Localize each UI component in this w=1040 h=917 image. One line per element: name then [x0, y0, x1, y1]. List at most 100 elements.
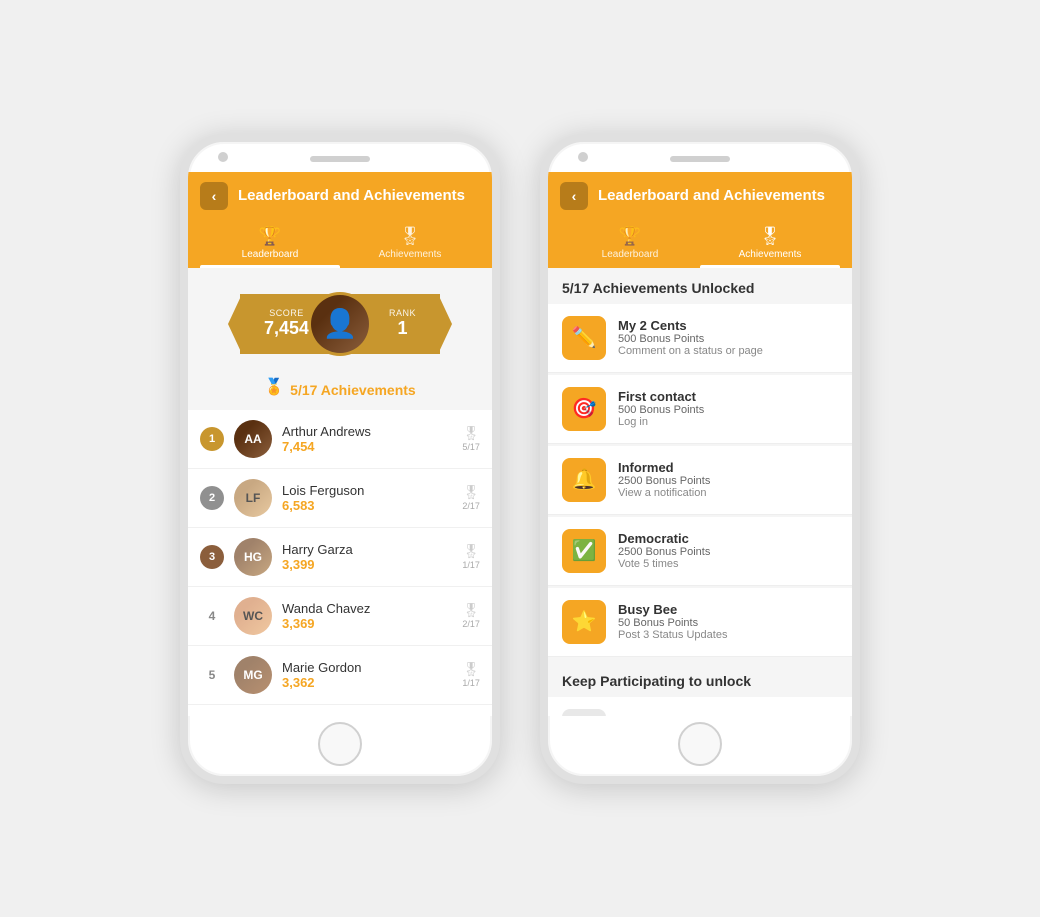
home-button-1[interactable]	[318, 722, 362, 766]
busybee-desc: Post 3 Status Updates	[618, 629, 838, 641]
informed-title: Informed	[618, 460, 838, 475]
person-info-3: Harry Garza 3,399	[282, 542, 452, 572]
achievements-tab-icon: 🎖	[399, 226, 422, 247]
phone-achievements: ‹ Leaderboard and Achievements 🏆 Leaderb…	[540, 134, 860, 784]
rank-badge-3: 3	[200, 545, 224, 569]
informed-info: Informed 2500 Bonus Points View a notifi…	[618, 460, 838, 499]
person-info-4: Wanda Chavez 3,369	[282, 601, 452, 631]
phone1-content: Score 7,454 Rank 1 👤	[188, 268, 492, 716]
tab-achievements-2[interactable]: 🎖 Achievements	[700, 218, 840, 268]
tab-leaderboard[interactable]: 🏆 Leaderboard	[200, 218, 340, 268]
busybee-title: Busy Bee	[618, 602, 838, 617]
ribbon-rank: Rank 1	[389, 308, 416, 339]
achievements-unlocked-header: 5/17 Achievements Unlocked	[548, 268, 852, 304]
person-score-2: 6,583	[282, 498, 452, 513]
firstcontact-title: First contact	[618, 389, 838, 404]
phone2-header: ‹ Leaderboard and Achievements 🏆 Leaderb…	[548, 172, 852, 268]
ach-badge-4: 🎖 2/17	[462, 602, 480, 629]
my2cents-desc: Comment on a status or page	[618, 345, 838, 357]
ribbon-score: Score 7,454	[264, 308, 309, 339]
my2cents-icon: ✏️	[562, 316, 606, 360]
achievements-count: 5/17 Achievements	[290, 382, 416, 398]
person-name-1: Arthur Andrews	[282, 424, 452, 439]
achievement-firstcontact: 🎯 First contact 500 Bonus Points Log in	[548, 375, 852, 444]
table-row: 5 MG Marie Gordon 3,362 🎖 1/17	[188, 646, 492, 705]
table-row: 3 HG Harry Garza 3,399 🎖 1/17	[188, 528, 492, 587]
back-button-2[interactable]: ‹	[560, 182, 588, 210]
score-value: 7,454	[264, 318, 309, 339]
busybee-icon: ⭐	[562, 600, 606, 644]
header-title-2: Leaderboard and Achievements	[598, 187, 825, 204]
busybee-points: 50 Bonus Points	[618, 617, 838, 629]
keep-participating-label: Keep Participating to unlock	[548, 659, 852, 697]
home-button-2[interactable]	[678, 722, 722, 766]
firstcontact-icon: 🎯	[562, 387, 606, 431]
phone2-screen: ‹ Leaderboard and Achievements 🏆 Leaderb…	[548, 172, 852, 716]
leaderboard-tab-label-2: Leaderboard	[602, 249, 659, 260]
avatar-5: MG	[234, 656, 272, 694]
avatar-3: HG	[234, 538, 272, 576]
ribbon-container: Score 7,454 Rank 1 👤	[240, 284, 440, 364]
leaderboard-tab-icon: 🏆	[259, 226, 281, 247]
busybee-info: Busy Bee 50 Bonus Points Post 3 Status U…	[618, 602, 838, 641]
achievements-tab-label: Achievements	[379, 249, 442, 260]
firstcontact-desc: Log in	[618, 416, 838, 428]
ach-badge-5: 🎖 1/17	[462, 661, 480, 688]
achievement-informed: 🔔 Informed 2500 Bonus Points View a noti…	[548, 446, 852, 515]
democratic-points: 2500 Bonus Points	[618, 546, 838, 558]
democratic-info: Democratic 2500 Bonus Points Vote 5 time…	[618, 531, 838, 570]
person-name-3: Harry Garza	[282, 542, 452, 557]
person-name-2: Lois Ferguson	[282, 483, 452, 498]
my2cents-title: My 2 Cents	[618, 318, 838, 333]
rank-badge-5: 5	[200, 663, 224, 687]
achievement-democratic: ✅ Democratic 2500 Bonus Points Vote 5 ti…	[548, 517, 852, 586]
avatar-4: WC	[234, 597, 272, 635]
person-info-5: Marie Gordon 3,362	[282, 660, 452, 690]
informed-desc: View a notification	[618, 487, 838, 499]
rank-badge-1: 1	[200, 427, 224, 451]
leaderboard-tab-label: Leaderboard	[242, 249, 299, 260]
ach-badge-1: 🎖 5/17	[462, 425, 480, 452]
phone2-header-top: ‹ Leaderboard and Achievements	[560, 182, 840, 210]
person-name-5: Marie Gordon	[282, 660, 452, 675]
democratic-title: Democratic	[618, 531, 838, 546]
avatar-1: AA	[234, 420, 272, 458]
leaderboard-tab-icon-2: 🏆	[619, 226, 641, 247]
table-row: 1 AA Arthur Andrews 7,454 🎖 5/17	[188, 410, 492, 469]
hero-avatar-img: 👤	[311, 295, 369, 353]
rank-badge-4: 4	[200, 604, 224, 628]
back-button[interactable]: ‹	[200, 182, 228, 210]
achievement-my2cents: ✏️ My 2 Cents 500 Bonus Points Comment o…	[548, 304, 852, 373]
phone1-screen: ‹ Leaderboard and Achievements 🏆 Leaderb…	[188, 172, 492, 716]
informed-points: 2500 Bonus Points	[618, 475, 838, 487]
tab-leaderboard-2[interactable]: 🏆 Leaderboard	[560, 218, 700, 268]
phone1-header-top: ‹ Leaderboard and Achievements	[200, 182, 480, 210]
democratic-icon: ✅	[562, 529, 606, 573]
rank-label: Rank	[389, 308, 416, 318]
achievements-tab-icon-2: 🎖	[759, 226, 782, 247]
table-row: 4 WC Wanda Chavez 3,369 🎖 2/17	[188, 587, 492, 646]
person-info-2: Lois Ferguson 6,583	[282, 483, 452, 513]
achievements-tab-label-2: Achievements	[739, 249, 802, 260]
person-score-5: 3,362	[282, 675, 452, 690]
header-title: Leaderboard and Achievements	[238, 187, 465, 204]
person-score-3: 3,399	[282, 557, 452, 572]
achievement-busybee: ⭐ Busy Bee 50 Bonus Points Post 3 Status…	[548, 588, 852, 657]
rank-badge-2: 2	[200, 486, 224, 510]
person-score-1: 7,454	[282, 439, 452, 454]
leaderboard-list: 1 AA Arthur Andrews 7,454 🎖 5/17 2	[188, 410, 492, 716]
my2cents-info: My 2 Cents 500 Bonus Points Comment on a…	[618, 318, 838, 357]
locked-icon-1: 💬	[562, 709, 606, 716]
tab-achievements[interactable]: 🎖 Achievements	[340, 218, 480, 268]
firstcontact-points: 500 Bonus Points	[618, 404, 838, 416]
table-row: 2 LF Lois Ferguson 6,583 🎖 2/17	[188, 469, 492, 528]
phone1-header: ‹ Leaderboard and Achievements 🏆 Leaderb…	[188, 172, 492, 268]
phone-leaderboard: ‹ Leaderboard and Achievements 🏆 Leaderb…	[180, 134, 500, 784]
firstcontact-info: First contact 500 Bonus Points Log in	[618, 389, 838, 428]
hero-avatar: 👤	[308, 292, 372, 356]
phones-container: ‹ Leaderboard and Achievements 🏆 Leaderb…	[140, 94, 900, 824]
my2cents-points: 500 Bonus Points	[618, 333, 838, 345]
phone1-tabs: 🏆 Leaderboard 🎖 Achievements	[200, 218, 480, 268]
hero-section: Score 7,454 Rank 1 👤	[188, 268, 492, 410]
person-name-4: Wanda Chavez	[282, 601, 452, 616]
